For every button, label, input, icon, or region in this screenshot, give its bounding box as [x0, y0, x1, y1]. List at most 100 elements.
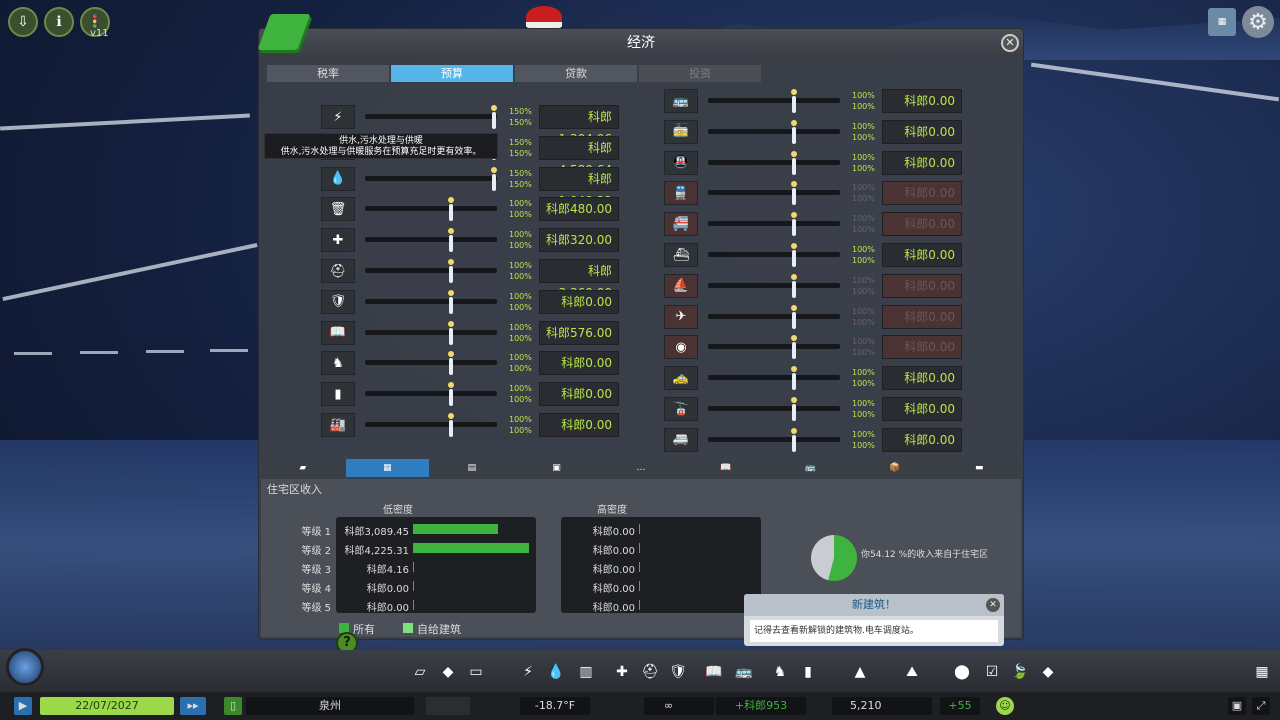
info-icon[interactable]: ℹ [44, 7, 74, 37]
budget-slider-handle[interactable] [448, 259, 454, 283]
road-dash [146, 350, 184, 353]
budget-slider-track[interactable] [708, 252, 840, 257]
globe-icon[interactable] [6, 648, 44, 686]
budget-slider-track[interactable] [708, 221, 840, 227]
budget-slider-handle[interactable] [791, 427, 797, 452]
budget-slider-track[interactable] [708, 344, 840, 350]
budget-slider-handle[interactable] [448, 289, 454, 314]
budget-night-percent: 100% [509, 210, 532, 220]
budget-slider-handle[interactable] [791, 212, 797, 237]
unique-building-icon[interactable]: ▦ [1252, 662, 1272, 682]
police-badge-icon[interactable]: 🛡 [668, 662, 688, 682]
garbage-icon[interactable]: ▥ [576, 662, 596, 682]
budget-slider-handle[interactable] [448, 382, 454, 407]
industry-icon: 🏭 [321, 413, 355, 437]
landscaping-icon[interactable]: ▲ [850, 662, 870, 682]
income-level-label: 等级 5 [301, 603, 331, 614]
close-icon[interactable]: ✕ [1001, 34, 1019, 52]
monument-icon[interactable]: ▮ [798, 662, 818, 682]
budget-slider-handle[interactable] [491, 166, 497, 191]
budget-slider-handle[interactable] [448, 197, 454, 222]
budget-slider-track[interactable] [365, 329, 497, 335]
tourism-icon[interactable]: 📦 [852, 459, 937, 477]
budget-slider-handle[interactable] [791, 150, 797, 175]
budget-slider-handle[interactable] [791, 304, 797, 329]
district-icon[interactable]: ▭ [466, 662, 486, 682]
tab-budget[interactable]: 预算 [391, 65, 513, 82]
budget-slider-track[interactable] [708, 159, 840, 165]
play-icon[interactable]: ▶ [14, 697, 32, 715]
budget-slider-handle[interactable] [791, 397, 797, 421]
commercial-icon[interactable]: ▦ [345, 459, 430, 477]
budget-slider-handle[interactable] [791, 181, 797, 206]
zoning-icon[interactable]: ◆ [438, 662, 458, 682]
health-icon[interactable]: ✚ [612, 662, 632, 682]
budget-slider-handle[interactable] [448, 351, 454, 376]
budget-slider-handle[interactable] [448, 413, 454, 437]
road-icon[interactable]: ▬ [937, 459, 1022, 477]
self-sufficient-checkbox[interactable] [403, 623, 413, 633]
budget-slider-track[interactable] [365, 298, 497, 304]
transport-icon[interactable]: 🚌 [768, 459, 852, 477]
budget-slider-handle[interactable] [791, 366, 797, 391]
disaster-icon[interactable]: ⛰ [902, 662, 922, 682]
speed-icon[interactable]: ▸▸ [180, 697, 206, 715]
budget-slider-track[interactable] [708, 128, 840, 134]
budget-slider-track[interactable] [708, 98, 840, 103]
water-icon[interactable]: ◆ [1038, 662, 1058, 682]
budget-slider-track[interactable] [365, 422, 497, 427]
budget-row: ⛴ 100% 100% 科郎0.00 [664, 243, 964, 267]
industrial-icon[interactable]: ▤ [430, 459, 514, 477]
tab-loans[interactable]: 贷款 [515, 65, 637, 82]
budget-slider-track[interactable] [365, 268, 497, 273]
budget-slider-track[interactable] [708, 282, 840, 288]
budget-slider-track[interactable] [365, 391, 497, 397]
budget-slider-track[interactable] [365, 114, 497, 119]
fullscreen-icon[interactable]: ⤢ [1252, 697, 1270, 715]
budget-slider-track[interactable] [365, 360, 497, 366]
money-display: ∞ [644, 697, 714, 715]
budget-slider-track[interactable] [365, 237, 497, 243]
public-transport-icon[interactable]: 🚌 [734, 662, 754, 682]
policy-icon[interactable]: ⬤ [952, 662, 972, 682]
checklist-icon[interactable]: ☑ [982, 662, 1002, 682]
education-book-icon[interactable]: 📖 [704, 662, 724, 682]
budget-slider-handle[interactable] [791, 335, 797, 360]
budget-slider-track[interactable] [708, 313, 840, 319]
budget-slider-handle[interactable] [791, 89, 797, 113]
office-icon[interactable]: ▣ [514, 459, 599, 477]
water-drop-icon[interactable]: 💧 [546, 662, 566, 682]
close-icon[interactable]: ✕ [986, 598, 1000, 612]
map-icon[interactable]: ▯ [224, 697, 242, 715]
budget-slider-track[interactable] [708, 436, 840, 442]
budget-slider-handle[interactable] [448, 320, 454, 345]
gear-icon[interactable]: ⚙ [1242, 6, 1274, 38]
demand-bars [426, 697, 470, 715]
budget-slider-track[interactable] [365, 175, 497, 181]
panel-title: 经济 [259, 29, 1023, 57]
budget-slider-track[interactable] [708, 406, 840, 411]
tab-tax[interactable]: 税率 [267, 65, 389, 82]
education-icon[interactable]: 📖 [683, 459, 768, 477]
budget-slider-handle[interactable] [791, 243, 797, 267]
budget-slider-handle[interactable] [448, 228, 454, 253]
budget-slider-track[interactable] [708, 375, 840, 381]
budget-night-percent: 100% [852, 225, 875, 235]
leaf-icon[interactable]: 🍃 [1010, 662, 1030, 682]
tram-icon: 🚋 [664, 119, 698, 144]
budget-slider-handle[interactable] [791, 119, 797, 144]
budget-slider-track[interactable] [365, 206, 497, 212]
road-icon[interactable]: ▱ [410, 662, 430, 682]
budget-slider-handle[interactable] [491, 105, 497, 129]
fire-helmet-icon[interactable]: ⛑ [640, 662, 660, 682]
power-icon[interactable]: ⚡ [518, 662, 538, 682]
city-skyline-icon[interactable]: ▦ [1208, 8, 1236, 36]
residential-icon[interactable]: ▰ [261, 459, 345, 477]
download-icon[interactable]: ⇩ [8, 7, 38, 37]
park-icon[interactable]: ♞ [770, 662, 790, 682]
district-icon[interactable]: … [599, 459, 683, 477]
city-name[interactable]: 泉州 [246, 697, 414, 715]
budget-slider-track[interactable] [708, 190, 840, 196]
camera-icon[interactable]: ▣ [1228, 697, 1246, 715]
budget-slider-handle[interactable] [791, 273, 797, 298]
